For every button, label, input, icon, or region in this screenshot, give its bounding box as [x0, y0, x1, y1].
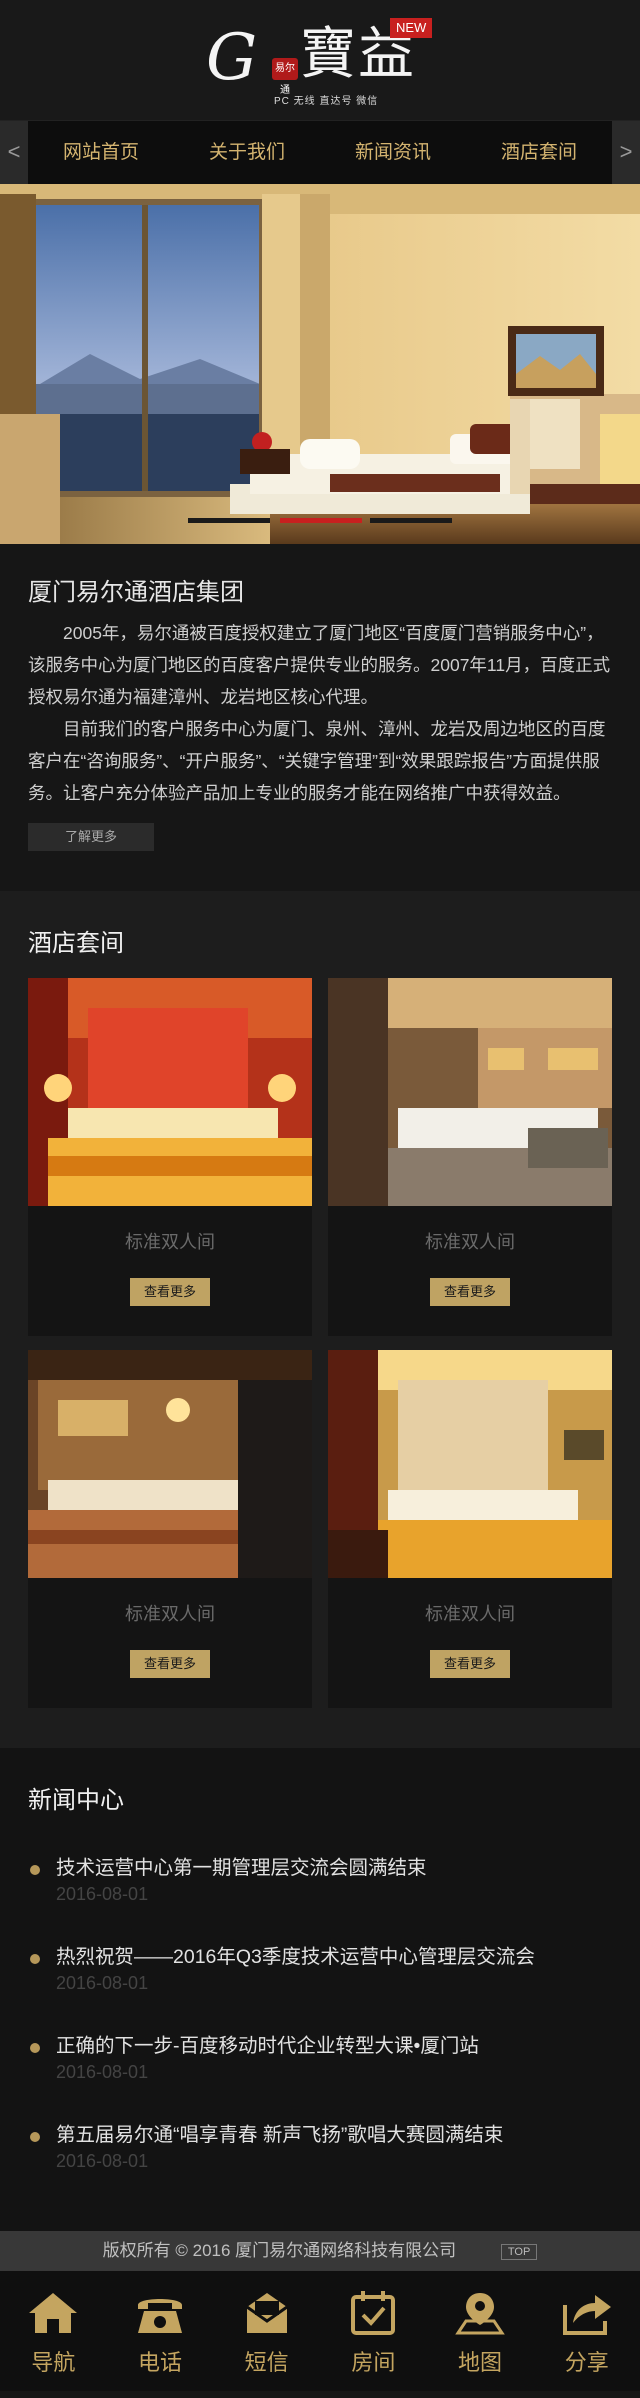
- room-card[interactable]: 标准双人间 查看更多: [28, 1350, 312, 1708]
- news-item-date: 2016-08-01: [56, 2151, 149, 2171]
- rooms-section: 酒店套间 标准双人间 查看更多 标准双人间 查看更多 标准双人间 查看更多 标准…: [0, 891, 640, 1748]
- company-intro: 厦门易尔通酒店集团 2005年，易尔通被百度授权建立了厦门地区“百度厦门营销服务…: [0, 544, 640, 891]
- rooms-title: 酒店套间: [28, 930, 124, 957]
- news-item-date: 2016-08-01: [56, 1973, 149, 1993]
- bottom-toolbar: 导航 电话 短信 房间 地图 分享: [0, 2271, 640, 2391]
- room-card[interactable]: 标准双人间 查看更多: [328, 1350, 612, 1708]
- toolbar-map-button[interactable]: 地图: [427, 2291, 534, 2391]
- room-image[interactable]: [28, 1350, 312, 1578]
- room-card[interactable]: 标准双人间 查看更多: [328, 978, 612, 1336]
- rooms-grid: 标准双人间 查看更多 标准双人间 查看更多 标准双人间 查看更多 标准双人间 查…: [28, 978, 612, 1708]
- news-item[interactable]: 第五届易尔通“唱享青春 新声飞扬”歌唱大赛圆满结束 2016-08-01: [28, 2122, 612, 2211]
- main-nav: < 网站首页 关于我们 新闻资讯 酒店套间 >: [0, 120, 640, 185]
- news-item[interactable]: 技术运营中心第一期管理层交流会圆满结束 2016-08-01: [28, 1855, 612, 1944]
- toolbar-share-button[interactable]: 分享: [533, 2291, 640, 2391]
- map-pin-icon: [455, 2293, 505, 2335]
- nav-next-button[interactable]: >: [612, 121, 640, 185]
- logo-seal: 易尔通: [272, 58, 298, 96]
- slide-indicator-3[interactable]: [370, 518, 452, 523]
- slide-indicator-2[interactable]: [280, 518, 362, 523]
- nav-item-news[interactable]: 新闻资讯: [320, 121, 466, 185]
- news-item[interactable]: 正确的下一步-百度移动时代企业转型大课•厦门站 2016-08-01: [28, 2033, 612, 2122]
- share-icon: [562, 2295, 611, 2335]
- phone-icon: [138, 2299, 182, 2333]
- header: G 易尔通 寶益 NEW PC 无线 直达号 微信: [0, 0, 640, 120]
- calendar-check-icon: [351, 2291, 396, 2335]
- room-image[interactable]: [28, 978, 312, 1206]
- toolbar-label: 房间: [351, 2350, 396, 2375]
- nav-item-rooms[interactable]: 酒店套间: [466, 121, 612, 185]
- toolbar-nav-button[interactable]: 导航: [0, 2291, 107, 2391]
- home-icon: [29, 2293, 78, 2333]
- intro-title: 厦门易尔通酒店集团: [28, 579, 244, 606]
- bullet-icon: [30, 2043, 40, 2053]
- room-image[interactable]: [328, 978, 612, 1206]
- room-name: 标准双人间: [425, 1232, 515, 1252]
- news-item-date: 2016-08-01: [56, 2062, 149, 2082]
- toolbar-label: 地图: [458, 2350, 503, 2375]
- news-item-date: 2016-08-01: [56, 1884, 149, 1904]
- nav-item-home[interactable]: 网站首页: [28, 121, 174, 185]
- news-section: 新闻中心 技术运营中心第一期管理层交流会圆满结束 2016-08-01 热烈祝贺…: [0, 1748, 640, 2231]
- news-item-title[interactable]: 正确的下一步-百度移动时代企业转型大课•厦门站: [56, 2033, 612, 2059]
- logo-tagline: PC 无线 直达号 微信: [274, 96, 379, 107]
- intro-paragraph-1: 2005年，易尔通被百度授权建立了厦门地区“百度厦门营销服务中心”，该服务中心为…: [28, 623, 611, 707]
- news-item-title[interactable]: 技术运营中心第一期管理层交流会圆满结束: [56, 1855, 612, 1881]
- new-badge: NEW: [390, 18, 433, 38]
- nav-item-about[interactable]: 关于我们: [174, 121, 320, 185]
- news-item-title[interactable]: 第五届易尔通“唱享青春 新声飞扬”歌唱大赛圆满结束: [56, 2122, 612, 2148]
- toolbar-phone-button[interactable]: 电话: [107, 2291, 214, 2391]
- news-item-title[interactable]: 热烈祝贺——2016年Q3季度技术运营中心管理层交流会: [56, 1944, 612, 1970]
- learn-more-button[interactable]: 了解更多: [28, 823, 154, 851]
- copyright-text: 版权所有 © 2016 厦门易尔通网络科技有限公司: [102, 2241, 457, 2260]
- room-more-button[interactable]: 查看更多: [130, 1650, 210, 1678]
- intro-paragraph-2: 目前我们的客户服务中心为厦门、泉州、漳州、龙岩及周边地区的百度客户在“咨询服务”…: [28, 719, 606, 803]
- room-name: 标准双人间: [425, 1604, 515, 1624]
- bullet-icon: [30, 1954, 40, 1964]
- room-card[interactable]: 标准双人间 查看更多: [28, 978, 312, 1336]
- hero-image: [0, 184, 640, 544]
- room-name: 标准双人间: [125, 1604, 215, 1624]
- room-more-button[interactable]: 查看更多: [430, 1278, 510, 1306]
- hero-banner[interactable]: [0, 184, 640, 544]
- toolbar-label: 短信: [244, 2350, 289, 2375]
- logo-letter: G: [206, 21, 258, 95]
- toolbar-rooms-button[interactable]: 房间: [320, 2291, 427, 2391]
- footer: 版权所有 © 2016 厦门易尔通网络科技有限公司 TOP: [0, 2231, 640, 2271]
- nav-prev-button[interactable]: <: [0, 121, 28, 185]
- room-image[interactable]: [328, 1350, 612, 1578]
- toolbar-sms-button[interactable]: 短信: [213, 2291, 320, 2391]
- nav-items: 网站首页 关于我们 新闻资讯 酒店套间: [28, 121, 612, 185]
- slide-indicator-1[interactable]: [188, 518, 270, 523]
- logo[interactable]: G 易尔通 寶益 NEW PC 无线 直达号 微信: [0, 10, 640, 110]
- toolbar-label: 导航: [31, 2350, 76, 2375]
- toolbar-label: 分享: [564, 2350, 609, 2375]
- back-to-top-button[interactable]: TOP: [500, 2243, 538, 2260]
- bullet-icon: [30, 1865, 40, 1875]
- toolbar-label: 电话: [138, 2350, 183, 2375]
- room-more-button[interactable]: 查看更多: [130, 1278, 210, 1306]
- room-name: 标准双人间: [125, 1232, 215, 1252]
- room-more-button[interactable]: 查看更多: [430, 1650, 510, 1678]
- news-item[interactable]: 热烈祝贺——2016年Q3季度技术运营中心管理层交流会 2016-08-01: [28, 1944, 612, 2033]
- news-title: 新闻中心: [28, 1787, 124, 1814]
- mail-icon: [245, 2293, 288, 2333]
- bullet-icon: [30, 2132, 40, 2142]
